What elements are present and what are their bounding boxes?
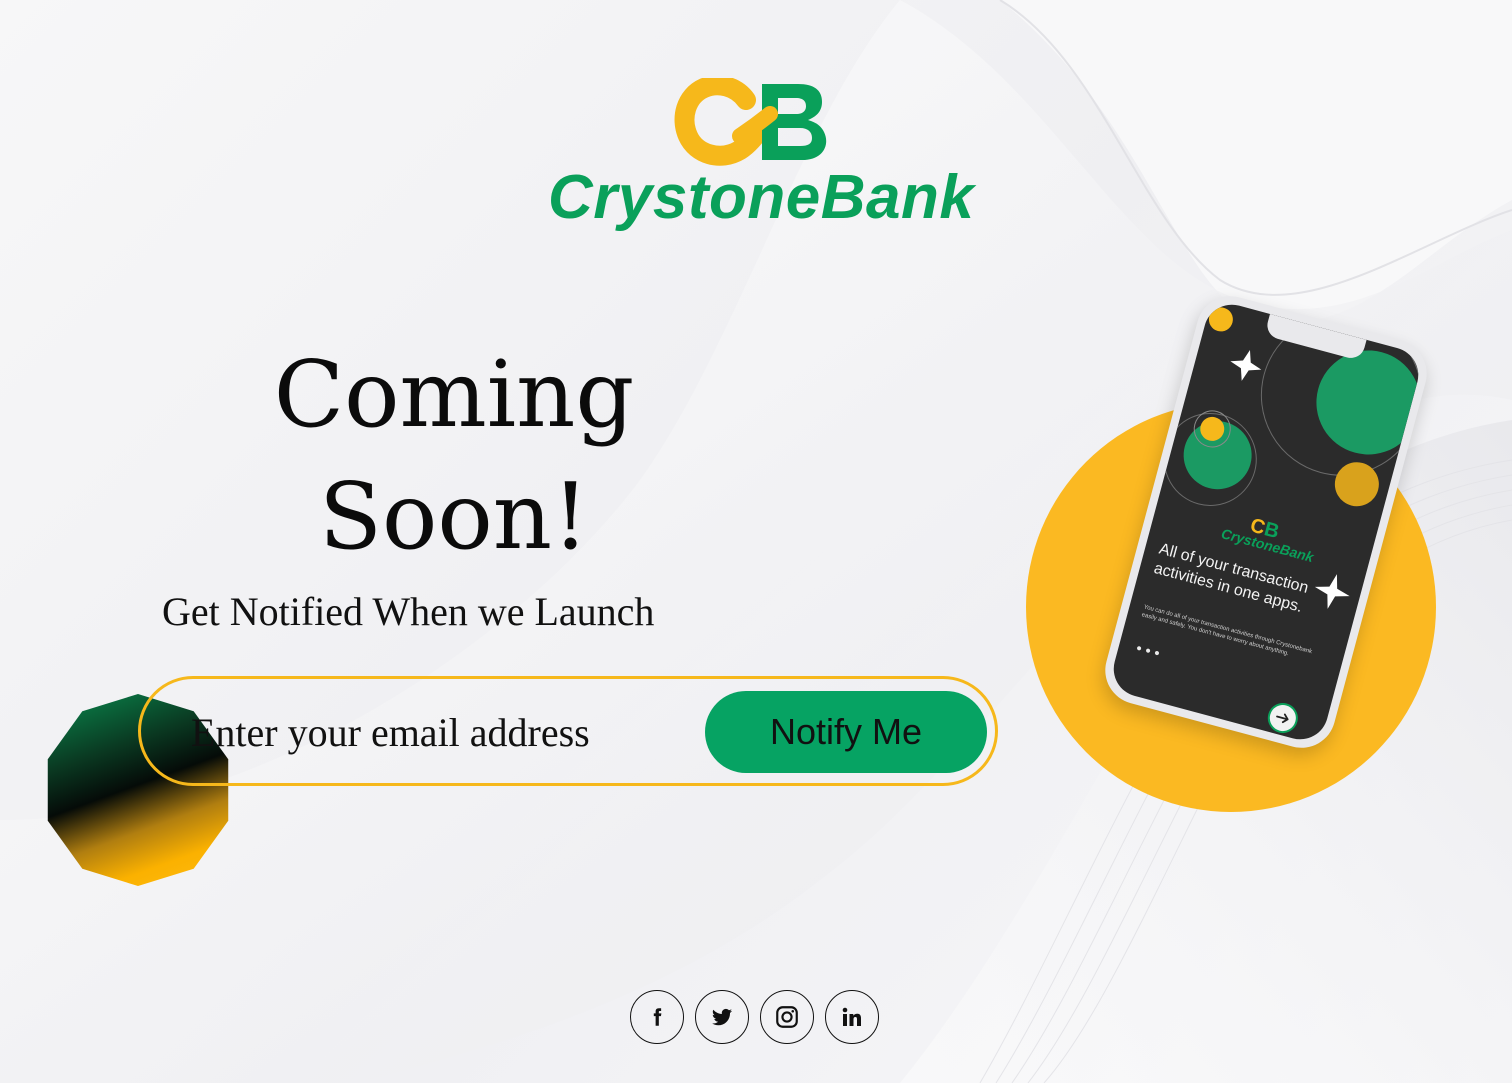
brand-name: CrystoneBank: [548, 163, 975, 232]
twitter-icon: [712, 1008, 732, 1026]
notify-form: Notify Me: [138, 676, 998, 786]
instagram-link[interactable]: [760, 990, 814, 1044]
coming-soon-page: CrystoneBank Coming Soon! Get Notified W…: [0, 0, 1512, 1083]
app-preview-illustration: CB CrystoneBank All of your transaction …: [1020, 288, 1450, 820]
title-line-1: Coming: [273, 341, 635, 448]
linkedin-link[interactable]: [825, 990, 879, 1044]
facebook-icon: [653, 1008, 662, 1026]
email-input[interactable]: [191, 697, 691, 767]
brand-mark-icon: [674, 78, 827, 166]
page-subtitle: Get Notified When we Launch: [162, 589, 655, 634]
instagram-icon: [776, 1006, 798, 1028]
linkedin-icon: [842, 1007, 861, 1026]
brand-logo[interactable]: CrystoneBank: [548, 78, 974, 238]
page-title: Coming Soon!: [254, 334, 654, 578]
facebook-link[interactable]: [630, 990, 684, 1044]
twitter-link[interactable]: [695, 990, 749, 1044]
social-links: [630, 990, 890, 1048]
title-line-2: Soon!: [318, 463, 590, 570]
notify-me-button[interactable]: Notify Me: [705, 691, 987, 773]
